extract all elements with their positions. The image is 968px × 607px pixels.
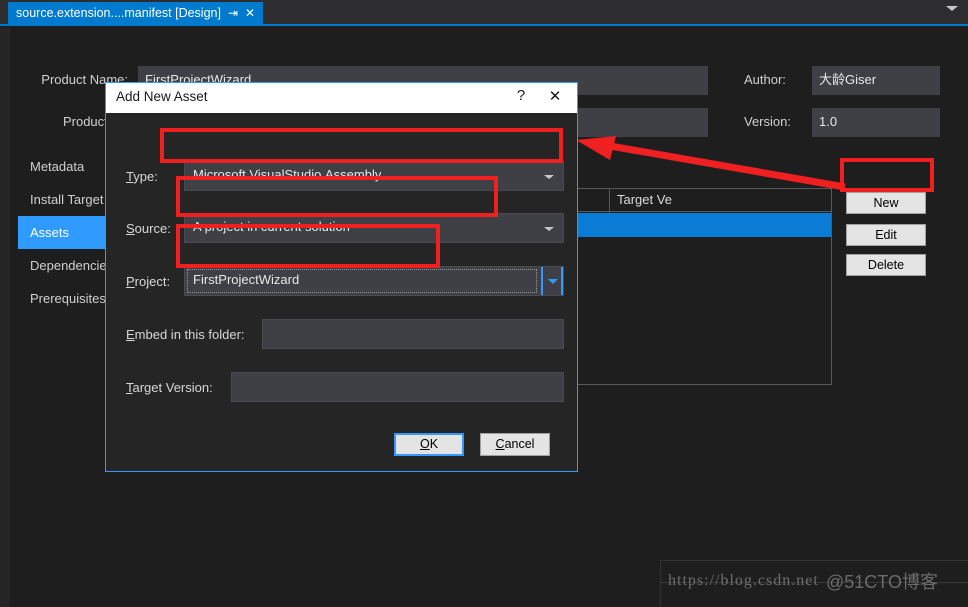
- sidebar-item-dependencies[interactable]: Dependencies: [18, 249, 118, 282]
- type-label-suffix: ype:: [133, 169, 158, 184]
- source-label: Source:: [126, 221, 171, 236]
- cancel-button-accel: C: [495, 437, 505, 451]
- project-combobox-dropdown-button[interactable]: [541, 267, 563, 295]
- left-rail: [0, 28, 10, 607]
- type-label: Type:: [126, 169, 158, 184]
- ok-button[interactable]: OK: [394, 433, 464, 456]
- project-label-accel: P: [126, 274, 135, 289]
- version-label: Version:: [744, 114, 791, 129]
- vs-extension-manifest-designer: source.extension....manifest [Design] ⇥ …: [0, 0, 968, 607]
- ok-button-suffix: K: [429, 437, 439, 451]
- chevron-down-icon[interactable]: [544, 175, 554, 179]
- target-version-label: Target Version:: [126, 380, 213, 395]
- chevron-down-icon[interactable]: [544, 227, 554, 231]
- source-label-accel: S: [126, 221, 135, 236]
- type-combobox[interactable]: Microsoft.VisualStudio.Assembly: [184, 161, 564, 191]
- project-label: Project:: [126, 274, 170, 289]
- grid-header-target-version[interactable]: Target Ve: [617, 192, 697, 207]
- dialog-body: Type: Microsoft.VisualStudio.Assembly So…: [106, 113, 577, 471]
- target-version-input[interactable]: [231, 372, 564, 402]
- watermark-url: https://blog.csdn.net: [668, 572, 819, 589]
- close-icon[interactable]: ✕: [245, 7, 255, 19]
- sidebar-item-prerequisites[interactable]: Prerequisites: [18, 282, 118, 315]
- new-button[interactable]: New: [846, 192, 926, 214]
- embed-folder-label: Embed in this folder:: [126, 327, 245, 342]
- edit-button[interactable]: Edit: [846, 224, 926, 246]
- help-icon[interactable]: ?: [511, 87, 531, 104]
- chevron-down-icon: [548, 279, 558, 284]
- sidebar-item-metadata[interactable]: Metadata: [18, 150, 118, 183]
- project-combobox-value: FirstProjectWizard: [193, 272, 300, 287]
- version-input[interactable]: 1.0: [812, 108, 940, 137]
- delete-button[interactable]: Delete: [846, 254, 926, 276]
- type-combobox-value: Microsoft.VisualStudio.Assembly: [193, 167, 382, 182]
- source-label-suffix: ource:: [134, 221, 171, 236]
- embed-folder-input[interactable]: [262, 319, 564, 349]
- dialog-title-bar[interactable]: Add New Asset ? ✕: [106, 83, 577, 113]
- author-label: Author:: [744, 72, 786, 87]
- cancel-button-suffix: ancel: [504, 437, 535, 451]
- author-input[interactable]: 大龄Giser: [812, 66, 940, 95]
- project-label-suffix: roject:: [134, 274, 171, 289]
- cancel-button[interactable]: Cancel: [480, 433, 550, 456]
- editor-tab-label: source.extension....manifest [Design]: [16, 6, 221, 20]
- pin-icon[interactable]: ⇥: [228, 7, 238, 19]
- embed-folder-label-suffix: mbed in this folder:: [134, 327, 245, 342]
- add-new-asset-dialog: Add New Asset ? ✕ Type: Microsoft.Visual…: [105, 82, 578, 472]
- sidebar-item-install-target[interactable]: Install Target: [18, 183, 118, 216]
- designer-sidebar-nav: Metadata Install Target Assets Dependenc…: [18, 150, 118, 315]
- ok-button-accel: O: [419, 437, 430, 451]
- editor-tab-bar: source.extension....manifest [Design] ⇥ …: [0, 0, 968, 26]
- embed-folder-label-accel: E: [126, 327, 135, 342]
- close-icon[interactable]: ✕: [545, 87, 565, 105]
- grid-col-separator: [609, 189, 610, 213]
- source-combobox-value: A project in current solution: [193, 219, 350, 234]
- editor-tab-manifest[interactable]: source.extension....manifest [Design] ⇥ …: [8, 2, 264, 24]
- sidebar-item-assets[interactable]: Assets: [18, 216, 118, 249]
- project-combobox[interactable]: FirstProjectWizard: [184, 266, 564, 296]
- dialog-title: Add New Asset: [116, 89, 208, 104]
- target-version-label-suffix: arget Version:: [132, 380, 213, 395]
- source-combobox[interactable]: A project in current solution: [184, 213, 564, 243]
- watermark-badge: @51CTO博客: [826, 572, 938, 592]
- chevron-down-icon[interactable]: [946, 6, 958, 11]
